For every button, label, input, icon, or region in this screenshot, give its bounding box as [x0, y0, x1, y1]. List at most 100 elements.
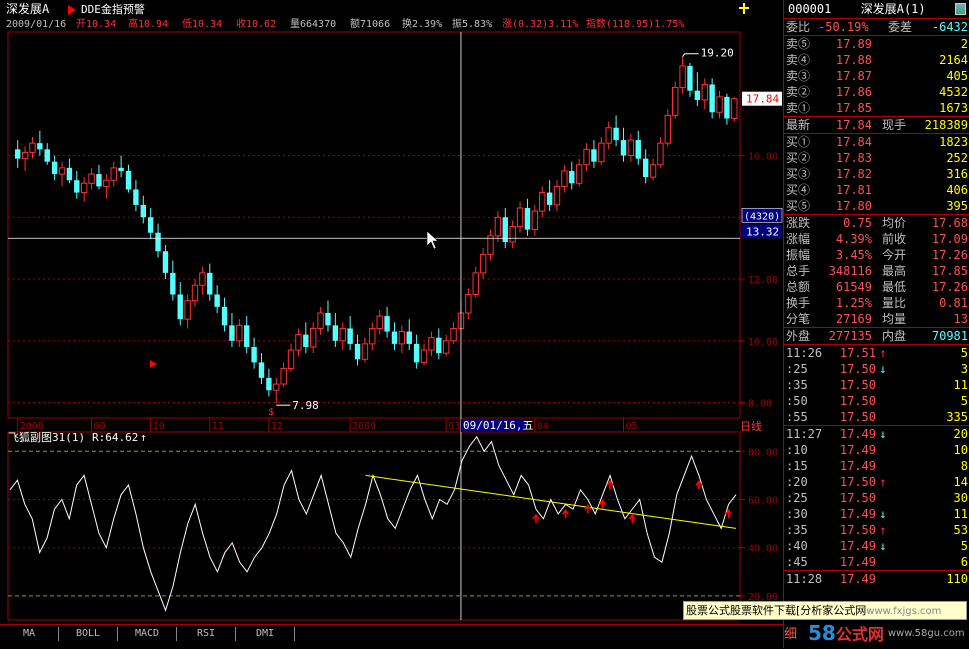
- header-open: 开10.34: [76, 19, 116, 30]
- tick-time: :35: [786, 378, 808, 392]
- candle-body: [361, 343, 369, 360]
- indicator-line: [9, 435, 737, 612]
- stat-row: 振幅 3.45% 今开 17.26: [784, 247, 969, 263]
- candle-body: [583, 148, 590, 166]
- buy-volume: 1823: [939, 135, 968, 149]
- sell-label: 卖③: [786, 69, 811, 83]
- main-y-tick: 12.00: [748, 275, 778, 286]
- buy-row[interactable]: 买① 17.84 1823: [784, 134, 969, 150]
- sell-row[interactable]: 卖② 17.86 4532: [784, 84, 969, 100]
- sell-row[interactable]: 卖① 17.85 1673: [784, 100, 969, 116]
- tick-time: :30: [786, 507, 808, 521]
- outer-label: 外盘: [786, 329, 811, 343]
- cursor-count: (4320): [744, 211, 780, 222]
- tick-time: :40: [786, 539, 808, 553]
- sell-price: 17.88: [835, 53, 872, 67]
- tick-row: :25 17.50 ↓ 3: [784, 361, 969, 377]
- pin-icon[interactable]: [739, 3, 749, 14]
- stat-row: 分笔 27169 均量 13: [784, 311, 969, 327]
- tick-direction-arrow: [876, 393, 890, 409]
- x-axis-label: 10: [153, 421, 165, 432]
- candle-body: [88, 173, 95, 184]
- tick-list-1[interactable]: 11:26 17.51 ↑ 5:25 17.50 ↓ 3:35 17.50 11:50 17.50…: [784, 344, 969, 425]
- stat-label2: 前收: [881, 232, 906, 246]
- ad-banner[interactable]: 股票公式股票软件下载[分析家公式网www.fxjgs.com: [683, 601, 967, 620]
- tick-time: :55: [786, 410, 808, 424]
- sell-price: 17.89: [835, 37, 872, 51]
- tick-price: 17.49: [839, 539, 876, 553]
- candle-body: [664, 114, 672, 144]
- tick-time: :50: [786, 394, 808, 408]
- buy-price: 17.82: [835, 167, 872, 181]
- tick-row: :35 17.50 ↑ 53: [784, 522, 969, 538]
- x-axis-label: 2009: [352, 421, 376, 432]
- candle-body: [229, 325, 235, 341]
- tab-boll[interactable]: BOLL: [59, 627, 118, 641]
- header-amount: 额71066: [350, 17, 390, 30]
- candle-body: [724, 96, 730, 119]
- candle-body: [310, 327, 317, 348]
- sell-row[interactable]: 卖③ 17.87 405: [784, 68, 969, 84]
- candle-body: [569, 170, 575, 184]
- candle-body: [709, 84, 715, 113]
- stat-label: 总手: [786, 264, 811, 278]
- tick-price: 17.49: [839, 507, 876, 521]
- color-swatch-icon[interactable]: [954, 3, 966, 15]
- period-label[interactable]: 日线: [740, 419, 762, 433]
- buy-price: 17.81: [835, 183, 872, 197]
- buy-row[interactable]: 买④ 17.81 406: [784, 182, 969, 198]
- candle-body: [598, 142, 605, 163]
- tab-macd[interactable]: MACD: [118, 627, 177, 641]
- triangle-right-icon[interactable]: [68, 5, 76, 15]
- buy-row[interactable]: 买② 17.83 252: [784, 150, 969, 166]
- buy-signal-icon: [150, 360, 157, 368]
- candle-body: [199, 272, 206, 286]
- dollar-marker-icon: $: [268, 407, 274, 418]
- buy-price: 17.80: [835, 199, 872, 213]
- tick-list-2[interactable]: 11:27 17.49 ↓ 20:10 17.49 10:15 17.49 8:20 17.50…: [784, 425, 969, 570]
- candlestick-series: [15, 56, 738, 404]
- latest-row: 最新 17.84 现手 218389: [784, 116, 969, 133]
- tick-direction-arrow: [876, 458, 890, 474]
- buy-label: 买⑤: [786, 199, 811, 213]
- buy-row[interactable]: 买③ 17.82 316: [784, 166, 969, 182]
- cursor-price: 13.32: [746, 225, 779, 238]
- tick-row: :10 17.49 10: [784, 442, 969, 458]
- candle-body: [37, 143, 43, 150]
- tick-price: 17.50: [839, 394, 876, 408]
- tab-ma[interactable]: MA: [0, 627, 59, 641]
- sell-price: 17.87: [835, 69, 872, 83]
- candle-body: [15, 149, 21, 159]
- candle-body: [369, 327, 376, 345]
- detail-button[interactable]: 细: [784, 623, 797, 642]
- tick-volume: 11: [953, 378, 968, 392]
- sell-row[interactable]: 卖⑤ 17.89 2: [784, 36, 969, 52]
- tick-volume: 5: [960, 539, 968, 553]
- weicha-value: -6432: [931, 20, 968, 34]
- tick-row: 11:27 17.49 ↓ 20: [784, 426, 969, 442]
- outer-value: 277135: [828, 329, 872, 343]
- tab-dmi[interactable]: DMI: [236, 627, 295, 641]
- candle-body: [472, 272, 479, 295]
- tick-direction-arrow: [876, 377, 890, 393]
- candle-body: [649, 164, 657, 178]
- webi-row: 委比 -50.19% 委差 -6432: [784, 19, 969, 35]
- tab-rsi[interactable]: RSI: [177, 627, 236, 641]
- sell-row[interactable]: 卖④ 17.88 2164: [784, 52, 969, 68]
- candle-body: [74, 180, 80, 193]
- stats-table: 涨跌 0.75 均价 17.68 涨幅 4.39% 前收 17.09 振幅 3.45% 今开 17.2…: [784, 214, 969, 327]
- header-amplitude: 振5.83%: [452, 17, 492, 30]
- tick-time: :35: [786, 523, 808, 537]
- stat-label2: 最高: [881, 264, 906, 278]
- tick-row: :45 17.49 6: [784, 554, 969, 570]
- stat-value: 27169: [835, 312, 872, 326]
- tick-list-3[interactable]: 11:28 17.49 110: [784, 570, 969, 587]
- candle-body: [391, 331, 398, 344]
- kline-chart[interactable]: 8.0010.0012.0014.0016.002008091011122009…: [0, 0, 783, 624]
- candle-body: [509, 226, 516, 243]
- trend-line: [365, 474, 737, 529]
- tick-direction-arrow: ↓: [879, 427, 887, 441]
- candle-body: [494, 216, 502, 237]
- candle-body: [428, 337, 435, 351]
- buy-row[interactable]: 买⑤ 17.80 395: [784, 198, 969, 214]
